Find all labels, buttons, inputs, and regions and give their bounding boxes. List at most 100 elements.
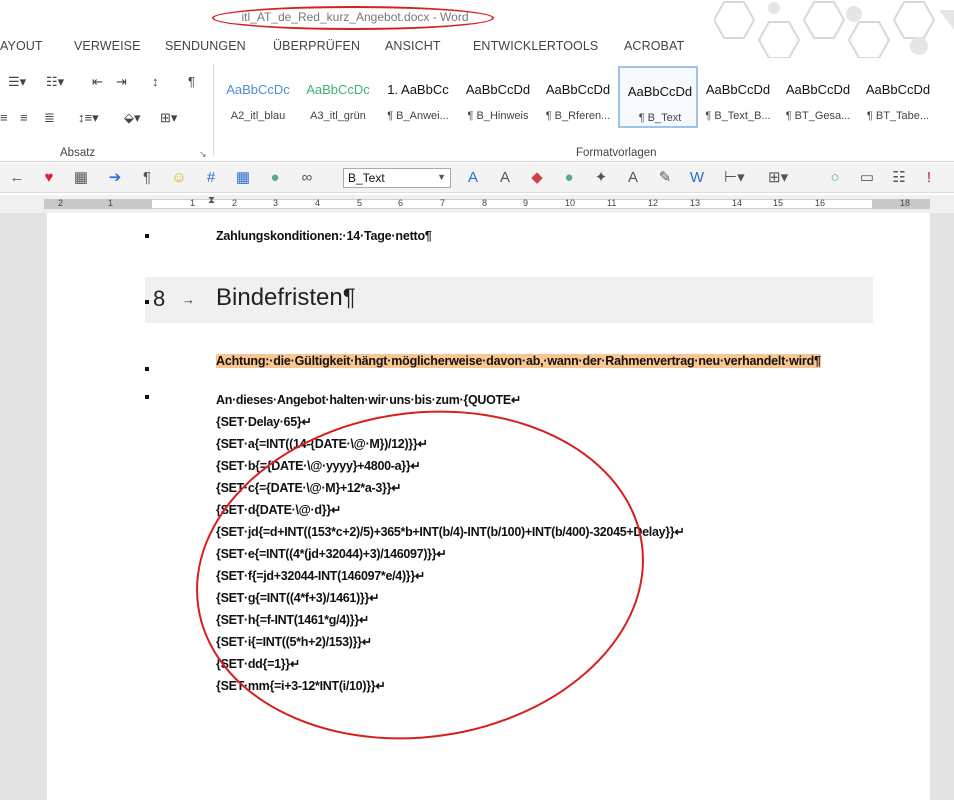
bullet-marker: [145, 367, 149, 371]
heading-title[interactable]: Bindefristen¶: [216, 284, 356, 312]
ruler-number: 13: [690, 198, 701, 208]
ruler-number: 7: [440, 198, 446, 208]
font-color-icon[interactable]: A: [464, 169, 482, 187]
style-item[interactable]: AaBbCcDd ¶ B_Text_B...: [698, 66, 778, 128]
style-sample: AaBbCcDd: [627, 84, 693, 99]
title-annotation-ellipse: [212, 6, 494, 30]
smiley-icon[interactable]: ☺: [170, 169, 188, 187]
align-center-icon[interactable]: ≡: [20, 110, 28, 125]
ruler-number: 1: [108, 198, 114, 208]
color-brush-icon[interactable]: ♥: [40, 169, 58, 187]
tab-arrow-icon: →: [182, 292, 195, 307]
ruler-number: 5: [357, 198, 363, 208]
tab-acrobat[interactable]: ACROBAT: [624, 39, 684, 53]
achtung-highlight-text[interactable]: Achtung:·die·Gültigkeit·hängt·möglicherw…: [216, 354, 821, 368]
style-item[interactable]: AaBbCcDc A3_itl_grün: [298, 66, 378, 128]
tab-layout[interactable]: AYOUT: [0, 39, 43, 53]
field-code-line[interactable]: {SET·Delay·65}↵: [216, 414, 312, 429]
style-name: ¶ B_Rferen...: [545, 110, 611, 122]
field-code-line[interactable]: An·dieses·Angebot·halten·wir·uns·bis·zum…: [216, 392, 521, 407]
justify-icon[interactable]: ≣: [44, 110, 55, 126]
pilcrow-icon[interactable]: ¶: [188, 74, 195, 89]
increase-indent-icon[interactable]: ⇥: [116, 74, 127, 90]
ribbon: ☰▾ ☷▾ ⇤ ⇥ ↕ ¶ ≡ ≡ ≣ ↕≡▾ ⬙▾ ⊞▾ Absatz ↘ A…: [0, 58, 954, 162]
circle-outline-icon[interactable]: ○: [826, 169, 844, 187]
styles-gallery: AaBbCcDc A2_itl_blau AaBbCcDc A3_itl_grün 1.…: [218, 66, 954, 128]
eraser-icon[interactable]: ◆: [528, 169, 546, 187]
line-spacing-icon[interactable]: ↕≡▾: [78, 110, 99, 126]
style-name: ¶ B_Text_B...: [705, 110, 771, 122]
back-arrow-icon[interactable]: ←: [8, 169, 26, 187]
heading-bullet-marker: [145, 300, 149, 304]
tab-ansicht[interactable]: ANSICHT: [385, 39, 441, 53]
ruler-number: 1: [190, 198, 196, 208]
ruler-number: 10: [565, 198, 576, 208]
circle-icon[interactable]: ●: [266, 169, 284, 187]
style-name: ¶ B_Text: [638, 112, 682, 124]
style-item[interactable]: AaBbCcDd ¶ B_Hinweis: [458, 66, 538, 128]
pilcrow-toggle-icon[interactable]: ¶: [138, 169, 156, 187]
decrease-indent-icon[interactable]: ⇤: [92, 74, 103, 90]
style-name: ¶ BT_Gesa...: [785, 110, 851, 122]
tab-ueberpruefen[interactable]: ÜBERPRÜFEN: [273, 39, 360, 53]
shading-icon[interactable]: ⬙▾: [124, 110, 141, 126]
style-item[interactable]: AaBbCcDd ¶ B_Rferen...: [538, 66, 618, 128]
alert-doc-icon[interactable]: !: [920, 169, 938, 187]
ruler-number: 3: [273, 198, 279, 208]
borders-icon[interactable]: ⊞▾: [160, 110, 177, 126]
style-sample: AaBbCcDd: [785, 82, 851, 97]
zahlungskonditionen-text[interactable]: Zahlungskonditionen:·14·Tage·netto¶: [216, 229, 432, 243]
table-icon[interactable]: ▦: [234, 169, 252, 187]
style-name: ¶: [938, 110, 954, 122]
style-item[interactable]: AaBbCcDd ¶ BT_Gesa...: [778, 66, 858, 128]
bullet-marker: [145, 234, 149, 238]
grid-icon[interactable]: #: [202, 169, 220, 187]
frame-icon[interactable]: ▦: [72, 169, 90, 187]
style-sample: AaBbCcDd: [705, 82, 771, 97]
group-label-absatz: Absatz: [60, 147, 96, 159]
style-name: ¶ B_Hinweis: [467, 110, 529, 122]
style-item[interactable]: 1. AaBbCc ¶ B_Anwei...: [378, 66, 458, 128]
cell-icon[interactable]: ⊞▾: [768, 169, 788, 187]
ruler-number: 14: [732, 198, 743, 208]
tab-entwicklertools[interactable]: ENTWICKLERTOOLS: [473, 39, 598, 53]
align-right-icon[interactable]: ≡: [0, 110, 8, 125]
style-select-value: B_Text: [348, 171, 385, 185]
spell-check-icon[interactable]: A: [624, 169, 642, 187]
ruler-number: 6: [398, 198, 404, 208]
clean-icon[interactable]: ✦: [592, 169, 610, 187]
chevron-down-icon: ▼: [437, 172, 446, 182]
spacing-icon[interactable]: ⊢▾: [724, 169, 745, 187]
green-circle-icon[interactable]: ●: [560, 169, 578, 187]
style-sample: 1. AaBbCc: [387, 82, 449, 97]
style-item[interactable]: AaBbCcDc A2_itl_blau: [218, 66, 298, 128]
style-name: ¶ BT_Tabe...: [866, 110, 930, 122]
ribbon-tabs: AYOUT VERWEISE SENDUNGEN ÜBERPRÜFEN ANSI…: [0, 34, 954, 58]
sort-icon[interactable]: ↕: [152, 74, 159, 89]
ruler-number: 4: [315, 198, 321, 208]
dialog-launcher-icon[interactable]: ↘: [199, 149, 207, 160]
style-item[interactable]: A¶: [938, 66, 954, 128]
multilevel-list-icon[interactable]: ☷▾: [46, 74, 64, 90]
ruler-number: 16: [815, 198, 826, 208]
indent-marker-icon[interactable]: ⧗: [208, 195, 215, 206]
arrow-right-icon[interactable]: ➔: [106, 169, 124, 187]
style-item[interactable]: AaBbCcDd ¶ BT_Tabe...: [858, 66, 938, 128]
tab-sendungen[interactable]: SENDUNGEN: [165, 39, 246, 53]
style-item[interactable]: AaBbCcDd ¶ B_Text: [618, 66, 698, 128]
ruler-number: 2: [232, 198, 238, 208]
brush-icon[interactable]: ✎: [656, 169, 674, 187]
field-icon[interactable]: ▭: [858, 169, 876, 187]
tab-verweise[interactable]: VERWEISE: [74, 39, 141, 53]
ruler-number: 12: [648, 198, 659, 208]
style-name: ¶ B_Anwei...: [387, 110, 449, 122]
word-doc-icon[interactable]: W: [688, 169, 706, 187]
form-icon[interactable]: ☷: [890, 169, 908, 187]
heading-number: 8: [153, 286, 166, 311]
ruler-number: 11: [607, 198, 617, 208]
link-icon[interactable]: ∞: [298, 169, 316, 187]
bullet-list-icon[interactable]: ☰▾: [8, 74, 26, 90]
style-select[interactable]: B_Text ▼: [343, 168, 451, 188]
find-icon[interactable]: A: [496, 169, 514, 187]
ruler[interactable]: 2 1 1 2 3 4 5 6 7 8 9 10 11 12 13 14 15 16 18 ⧗: [0, 195, 954, 213]
